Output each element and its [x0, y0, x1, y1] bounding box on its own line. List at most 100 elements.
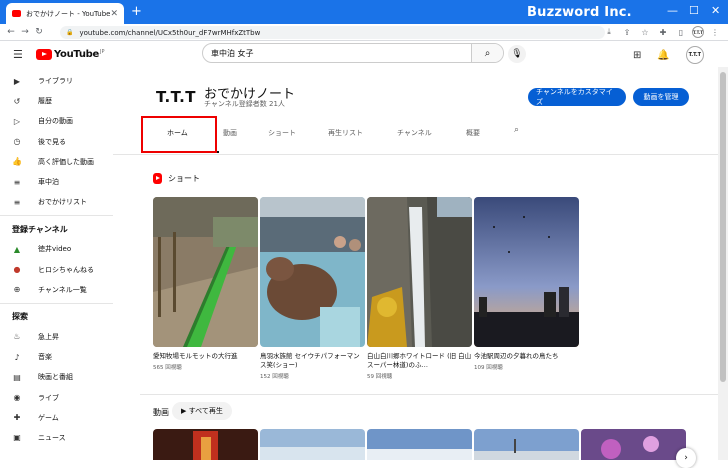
short-title[interactable]: 白山白川郷ホワイトロード (旧 白山スーパー林道)のふ… [367, 352, 472, 370]
back-icon[interactable]: ← [4, 27, 18, 37]
sidebar-item-history[interactable]: ↺ 履歴 [0, 91, 113, 111]
short-thumbnail[interactable] [367, 197, 472, 347]
side-panel-icon[interactable]: ▯ [674, 28, 688, 37]
sidebar-item-your-videos[interactable]: ▷ 自分の動画 [0, 111, 113, 131]
short-views: 152 回視聴 [260, 374, 289, 380]
short-title[interactable]: 今池駅周辺の夕暮れの鳥たち [474, 352, 579, 361]
short-thumbnail[interactable] [153, 197, 258, 347]
subscriptions-heading: 登録チャンネル [12, 224, 68, 234]
short-views: 59 回視聴 [367, 374, 393, 380]
short-title[interactable]: 愛知牧場モルモットの大行進 [153, 352, 258, 361]
share-icon[interactable]: ⇪ [620, 28, 634, 37]
forward-icon[interactable]: → [18, 27, 32, 37]
customize-channel-button[interactable]: チャンネルをカスタマイズ [528, 88, 626, 106]
watch-later-icon: ◷ [13, 137, 21, 147]
sidebar-item-liked[interactable]: 👍 高く評価した動画 [0, 152, 113, 172]
minimize-icon[interactable]: — [667, 4, 678, 17]
video-thumbnail[interactable] [367, 429, 472, 460]
video-thumbnail[interactable] [260, 429, 365, 460]
sidebar-item-playlist-odekake[interactable]: ≡ おでかけリスト [0, 192, 113, 212]
short-thumbnail[interactable] [474, 197, 579, 347]
sidebar-item-trending[interactable]: ♨ 急上昇 [0, 327, 113, 347]
youtube-logo[interactable]: YouTube JP [36, 49, 105, 60]
reload-icon[interactable]: ↻ [32, 27, 46, 37]
short-item[interactable]: 愛知牧場モルモットの大行進 565 回視聴 [153, 197, 258, 371]
browser-menu-icon[interactable]: ⋮ [708, 28, 722, 37]
sidebar-item-gaming[interactable]: ✚ ゲーム [0, 408, 113, 428]
manage-videos-button[interactable]: 動画を管理 [633, 88, 689, 106]
sidebar-item-watch-later[interactable]: ◷ 後で見る [0, 132, 113, 152]
voice-search-icon[interactable]: 🎙 [508, 45, 526, 63]
news-icon: ▣ [13, 433, 21, 443]
notifications-bell-icon[interactable]: 🔔 [657, 50, 669, 61]
play-all-button[interactable]: ▶ すべて再生 [172, 402, 232, 420]
short-views: 565 回視聴 [153, 365, 182, 371]
your-videos-icon: ▷ [13, 116, 21, 126]
browser-profile-avatar[interactable]: T.T.T [692, 26, 704, 38]
watermark-brand: Buzzword Inc. [527, 5, 632, 20]
sidebar-item-movies[interactable]: ▤ 映画と番組 [0, 367, 113, 387]
tab-shorts[interactable]: ショート [268, 128, 296, 138]
shelf-next-arrow-icon[interactable]: › [676, 448, 696, 468]
extensions-icon[interactable]: ✚ [656, 28, 670, 37]
video-thumbnail[interactable] [153, 429, 258, 460]
tab-channels[interactable]: チャンネル [397, 128, 432, 138]
install-icon[interactable]: ⤓ [602, 27, 616, 37]
url-text: youtube.com/channel/UCx5th0ur_dF7wrMHfxZ… [79, 28, 261, 37]
liked-icon: 👍 [12, 157, 22, 167]
tabs-divider [113, 154, 718, 155]
browser-tab[interactable]: おでかけノート - YouTube ✕ [6, 3, 124, 24]
hamburger-menu-icon[interactable]: ☰ [13, 48, 23, 61]
short-thumbnail[interactable] [260, 197, 365, 347]
tab-about[interactable]: 概要 [466, 128, 480, 138]
search-button[interactable]: ⌕ [471, 44, 503, 62]
short-item[interactable]: 鳥羽水族館 セイウチパフォーマンス笑(ショー) 152 回視聴 [260, 197, 365, 380]
sidebar-item-hiroshi[interactable]: ● ヒロシちゃんねる [0, 260, 113, 280]
guide-sidebar: ▶ ライブラリ ↺ 履歴 ▷ 自分の動画 ◷ 後で見る 👍 高く評価した動画 ≡ 車中泊 ≡… [0, 67, 113, 460]
sidebar-item-all-channels[interactable]: ⊕ チャンネル一覧 [0, 280, 113, 300]
history-icon: ↺ [13, 96, 21, 106]
sidebar-divider [0, 302, 113, 304]
tab-videos[interactable]: 動画 [223, 128, 237, 138]
sidebar-item-tokui-video[interactable]: ▲ 徳井video [0, 239, 113, 259]
channel-search-icon[interactable]: ⌕ [514, 125, 519, 135]
account-avatar[interactable]: T.T.T [685, 46, 704, 64]
short-title[interactable]: 鳥羽水族館 セイウチパフォーマンス笑(ショー) [260, 352, 365, 370]
short-item[interactable]: 今池駅周辺の夕暮れの鳥たち 109 回視聴 [474, 197, 579, 371]
lock-icon: 🔒 [66, 29, 74, 36]
create-video-icon[interactable]: ⊞ [633, 50, 641, 61]
maximize-icon[interactable]: ☐ [689, 4, 699, 17]
sidebar-item-playlist-shachuhaku[interactable]: ≡ 車中泊 [0, 172, 113, 192]
address-bar[interactable]: 🔒 youtube.com/channel/UCx5th0ur_dF7wrMHf… [60, 26, 605, 39]
sidebar-item-live[interactable]: ◉ ライブ [0, 387, 113, 407]
shelf-divider [140, 394, 718, 395]
close-window-icon[interactable]: ✕ [711, 4, 720, 17]
subscriber-count: チャンネル登録者数 21人 [204, 100, 285, 108]
library-icon: ▶ [13, 76, 21, 86]
videos-shelf-heading: 動画 [153, 408, 169, 417]
search-input[interactable]: 車中泊 女子 ✕ ⌕ [202, 43, 504, 63]
new-tab-button[interactable]: + [131, 4, 142, 19]
browser-tab-title: おでかけノート - YouTube [26, 9, 111, 18]
youtube-play-icon [36, 49, 52, 60]
close-tab-icon[interactable]: ✕ [110, 9, 118, 19]
trending-icon: ♨ [13, 332, 21, 342]
scrollbar-thumb[interactable] [720, 72, 726, 382]
playlist-icon: ≡ [13, 177, 21, 187]
sidebar-item-news[interactable]: ▣ ニュース [0, 428, 113, 448]
shorts-icon [153, 173, 162, 184]
tab-playlists[interactable]: 再生リスト [328, 128, 363, 138]
sidebar-item-music[interactable]: ♪ 音楽 [0, 347, 113, 367]
search-icon: ⌕ [484, 47, 491, 59]
short-item[interactable]: 白山白川郷ホワイトロード (旧 白山スーパー林道)のふ… 59 回視聴 [367, 197, 472, 380]
video-thumbnail[interactable] [581, 429, 686, 460]
explore-heading: 探索 [12, 312, 28, 322]
sidebar-item-library[interactable]: ▶ ライブラリ [0, 71, 113, 91]
channel-avatar-icon: ▲ [13, 244, 21, 254]
movies-icon: ▤ [13, 372, 21, 382]
video-thumbnail[interactable] [474, 429, 579, 460]
live-icon: ◉ [13, 393, 21, 403]
shorts-shelf-header: ショート [153, 173, 200, 184]
bookmark-star-icon[interactable]: ☆ [638, 28, 652, 37]
channel-logo[interactable]: T.T.T [156, 88, 196, 106]
